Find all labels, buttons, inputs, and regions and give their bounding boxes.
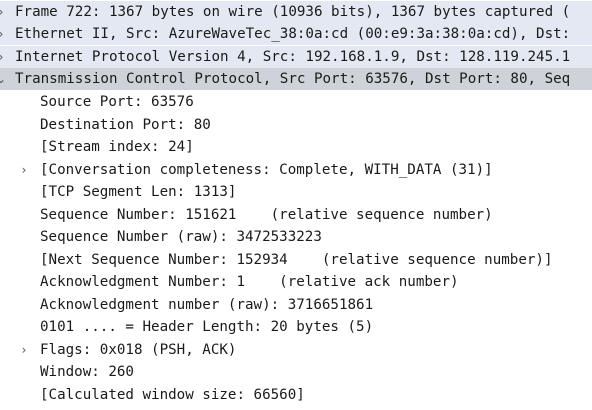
field-label: Destination Port: 80 xyxy=(40,117,211,133)
field-label: 0101 .... = Header Length: 20 bytes (5) xyxy=(40,319,374,335)
chevron-down-icon[interactable]: ⌄ xyxy=(0,68,8,90)
tree-field-calculated-window-size[interactable]: [Calculated window size: 66560] xyxy=(0,384,592,406)
tree-row-label: Ethernet II, Src: AzureWaveTec_38:0a:cd … xyxy=(15,26,571,42)
tree-row-tcp[interactable]: ⌄ Transmission Control Protocol, Src Por… xyxy=(0,68,592,90)
field-label: Sequence Number (raw): 3472533223 xyxy=(40,229,322,245)
tree-field-segment-len[interactable]: [TCP Segment Len: 1313] xyxy=(0,181,592,203)
tree-field-ack-number-raw[interactable]: Acknowledgment number (raw): 3716651861 xyxy=(0,294,592,316)
tree-field-sequence-number-raw[interactable]: Sequence Number (raw): 3472533223 xyxy=(0,226,592,248)
field-label: Source Port: 63576 xyxy=(40,94,194,110)
chevron-right-icon[interactable]: › xyxy=(0,46,8,68)
field-label: Window: 260 xyxy=(40,364,134,380)
tree-row-frame[interactable]: › Frame 722: 1367 bytes on wire (10936 b… xyxy=(0,1,592,23)
tree-row-ip[interactable]: › Internet Protocol Version 4, Src: 192.… xyxy=(0,46,592,68)
field-label: [Calculated window size: 66560] xyxy=(40,387,305,403)
chevron-right-icon[interactable]: › xyxy=(17,159,31,181)
tree-field-source-port[interactable]: Source Port: 63576 xyxy=(0,91,592,113)
tree-field-sequence-number[interactable]: Sequence Number: 151621 (relative sequen… xyxy=(0,204,592,226)
field-label: Acknowledgment Number: 1 (relative ack n… xyxy=(40,274,459,290)
field-label: Sequence Number: 151621 (relative sequen… xyxy=(40,207,493,223)
tree-field-header-length[interactable]: 0101 .... = Header Length: 20 bytes (5) xyxy=(0,316,592,338)
tree-field-ack-number[interactable]: Acknowledgment Number: 1 (relative ack n… xyxy=(0,271,592,293)
field-label: Flags: 0x018 (PSH, ACK) xyxy=(40,342,237,358)
chevron-right-icon[interactable]: › xyxy=(0,1,8,23)
tree-row-label: Internet Protocol Version 4, Src: 192.16… xyxy=(15,49,571,65)
tree-field-window[interactable]: Window: 260 xyxy=(0,361,592,383)
field-label: Acknowledgment number (raw): 3716651861 xyxy=(40,297,374,313)
tree-field-next-sequence-number[interactable]: [Next Sequence Number: 152934 (relative … xyxy=(0,249,592,271)
field-label: [Conversation completeness: Complete, WI… xyxy=(40,162,493,178)
chevron-right-icon[interactable]: › xyxy=(17,339,31,361)
tree-row-ethernet[interactable]: › Ethernet II, Src: AzureWaveTec_38:0a:c… xyxy=(0,23,592,45)
tree-field-conversation-completeness[interactable]: › [Conversation completeness: Complete, … xyxy=(0,159,592,181)
field-label: [TCP Segment Len: 1313] xyxy=(40,184,237,200)
field-label: [Stream index: 24] xyxy=(40,139,194,155)
tree-field-flags[interactable]: › Flags: 0x018 (PSH, ACK) xyxy=(0,339,592,361)
field-label: [Next Sequence Number: 152934 (relative … xyxy=(40,252,553,268)
tree-field-destination-port[interactable]: Destination Port: 80 xyxy=(0,114,592,136)
packet-details-tree: › Frame 722: 1367 bytes on wire (10936 b… xyxy=(0,0,592,410)
tree-field-stream-index[interactable]: [Stream index: 24] xyxy=(0,136,592,158)
tree-row-label: Transmission Control Protocol, Src Port:… xyxy=(15,71,571,87)
chevron-right-icon[interactable]: › xyxy=(0,23,8,45)
tree-row-label: Frame 722: 1367 bytes on wire (10936 bit… xyxy=(15,4,571,20)
